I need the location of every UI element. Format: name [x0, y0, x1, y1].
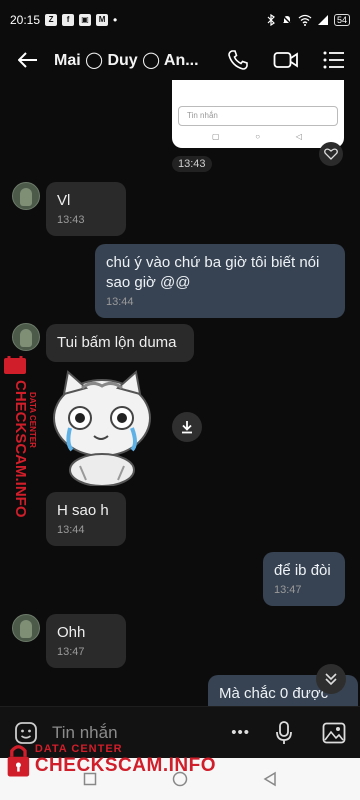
microphone-icon: [276, 720, 292, 744]
scroll-down-button[interactable]: [316, 664, 346, 694]
status-time: 20:15: [10, 13, 41, 27]
message-bubble-outgoing[interactable]: chú ý vào chứ ba giờ tôi biết nói sao gi…: [95, 244, 345, 318]
back-button[interactable]: [10, 42, 46, 78]
cat-sticker[interactable]: [42, 366, 162, 486]
message-text: Tui bấm lộn duma: [57, 334, 177, 351]
chat-header: Mai ◯ Duy ◯ An...: [0, 40, 360, 80]
back-triangle-icon: [263, 771, 276, 787]
back-nav-button[interactable]: [260, 769, 280, 789]
download-button[interactable]: [172, 412, 202, 442]
screenshot-nav: ▢ ○ ◁: [212, 132, 302, 141]
watermark-side-small: DATA CENTER: [28, 392, 37, 448]
call-button[interactable]: [222, 44, 254, 76]
message-text: Vl: [57, 192, 71, 209]
avatar[interactable]: [12, 182, 40, 210]
battery-icon: 54: [333, 14, 350, 26]
avatar[interactable]: [12, 614, 40, 642]
message-time: 13:43: [57, 214, 85, 226]
watermark-small: DATA CENTER: [34, 743, 123, 755]
image-timestamp: 13:43: [172, 156, 212, 172]
watermark-big: CHECKSCAM.INFO: [34, 755, 216, 776]
message-text: để ib đòi: [274, 562, 331, 579]
header-actions: [222, 44, 350, 76]
photo-button[interactable]: [318, 717, 350, 749]
react-button[interactable]: [319, 142, 343, 166]
zalo-icon: Z: [45, 14, 58, 26]
menu-button[interactable]: [318, 44, 350, 76]
message-text: Ohh: [57, 624, 86, 641]
message-time: 13:47: [57, 646, 85, 658]
watermark-side: CHECKSCAM.INFO DATA CENTER: [4, 356, 37, 518]
video-call-button[interactable]: [270, 44, 302, 76]
phone-icon: [228, 50, 248, 70]
composer-actions: •••: [231, 717, 350, 749]
more-button[interactable]: •••: [231, 724, 250, 741]
chat-title[interactable]: Mai ◯ Duy ◯ An...: [54, 50, 222, 70]
message-time: 13:44: [106, 296, 134, 308]
download-icon: [182, 421, 192, 434]
message-time: 13:47: [274, 584, 302, 596]
watermark-text: DATA CENTER CHECKSCAM.INFO: [35, 743, 216, 777]
status-right: 54: [266, 14, 350, 26]
message-bubble-incoming[interactable]: Tui bấm lộn duma: [46, 324, 194, 362]
message-time: 13:44: [57, 524, 85, 536]
bluetooth-icon: [267, 14, 275, 26]
status-bar: 20:15 Z f ▣ M • 54: [0, 0, 360, 40]
signal-icon: [317, 15, 328, 25]
app-icon: ▣: [79, 14, 92, 26]
message-text: H sao h: [57, 502, 109, 519]
message-text: chú ý vào chứ ba giờ tôi biết nói sao gi…: [106, 254, 320, 291]
avatar[interactable]: [12, 323, 40, 351]
voice-button[interactable]: [268, 717, 300, 749]
mute-icon: [281, 14, 293, 26]
watermark-bottom: DATA CENTER CHECKSCAM.INFO: [6, 726, 216, 794]
message-bubble-outgoing[interactable]: để ib đòi 13:47: [263, 552, 345, 606]
image-icon: [322, 722, 346, 743]
lock-icon: [7, 745, 30, 777]
message-bubble-incoming[interactable]: H sao h 13:44: [46, 492, 126, 546]
status-left: 20:15 Z f ▣ M •: [10, 13, 117, 27]
message-bubble-incoming[interactable]: Ohh 13:47: [46, 614, 126, 668]
gmail-icon: M: [96, 14, 109, 26]
screenshot-image-message[interactable]: Tin nhắn ▢ ○ ◁: [172, 80, 344, 148]
double-chevron-down-icon: [325, 673, 337, 686]
list-menu-icon: [323, 51, 344, 69]
watermark-side-big: CHECKSCAM.INFO: [12, 380, 29, 518]
heart-icon: [324, 148, 338, 160]
facebook-icon: f: [62, 14, 75, 26]
screenshot-input-field: Tin nhắn: [178, 106, 338, 126]
message-bubble-incoming[interactable]: Vl 13:43: [46, 182, 126, 236]
video-camera-icon: [273, 52, 298, 68]
message-text: Mà chắc 0 được: [219, 685, 329, 702]
wifi-icon: [298, 14, 312, 26]
back-arrow-icon: [18, 52, 37, 68]
lock-icon: [4, 358, 26, 374]
message-list[interactable]: Tin nhắn ▢ ○ ◁ 13:43 Vl 13:43 chú ý vào ch…: [0, 80, 360, 706]
status-dot: •: [113, 13, 118, 27]
